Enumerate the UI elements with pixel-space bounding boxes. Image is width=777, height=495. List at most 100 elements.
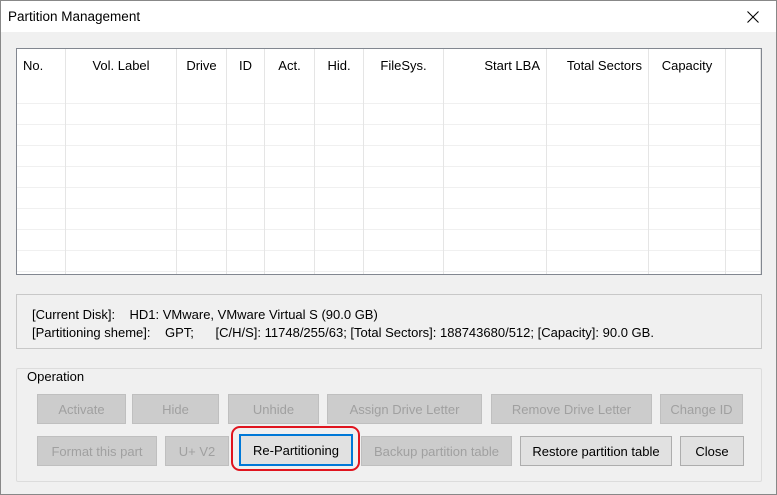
table-cell [547,188,649,209]
table-cell [547,251,649,272]
table-cell [444,146,547,167]
table-cell [227,167,265,188]
table-cell [547,167,649,188]
table-cell [726,230,761,251]
table-cell [726,188,761,209]
table-cell [265,146,315,167]
column-header-no[interactable]: No. [17,49,66,83]
table-cell [315,230,364,251]
table-row [17,104,761,125]
disk-info-panel: [Current Disk]: HD1: VMware, VMware Virt… [16,294,762,349]
partition-table[interactable]: No. Vol. Label Drive ID Act. Hid. FileSy… [16,48,762,275]
table-cell [726,272,761,274]
window-title: Partition Management [8,9,141,24]
table-cell [17,230,66,251]
table-cell [364,167,444,188]
table-cell [265,83,315,104]
table-cell [315,167,364,188]
window-close-button[interactable] [730,1,776,32]
table-cell [17,167,66,188]
unhide-button[interactable]: Unhide [228,394,319,424]
table-cell [364,104,444,125]
table-cell [265,209,315,230]
table-cell [444,272,547,274]
column-header-filesys[interactable]: FileSys. [364,49,444,83]
table-cell [649,146,726,167]
table-cell [315,272,364,274]
table-cell [649,104,726,125]
change-id-button[interactable]: Change ID [660,394,743,424]
column-header-act[interactable]: Act. [265,49,315,83]
column-header-start-lba[interactable]: Start LBA [444,49,547,83]
activate-button[interactable]: Activate [37,394,126,424]
table-cell [444,188,547,209]
table-cell [649,251,726,272]
table-cell [227,230,265,251]
table-cell [364,188,444,209]
table-cell [265,125,315,146]
close-icon [747,10,759,23]
table-cell [315,146,364,167]
table-cell [444,83,547,104]
table-cell [66,167,177,188]
hide-button[interactable]: Hide [132,394,219,424]
table-cell [547,146,649,167]
table-cell [66,104,177,125]
table-cell [649,167,726,188]
table-cell [17,272,66,274]
table-cell [227,104,265,125]
table-cell [649,83,726,104]
column-header-hid[interactable]: Hid. [315,49,364,83]
remove-drive-letter-button[interactable]: Remove Drive Letter [491,394,652,424]
table-cell [17,104,66,125]
table-cell [364,251,444,272]
table-cell [17,125,66,146]
table-cell [726,251,761,272]
table-cell [649,272,726,274]
table-cell [66,230,177,251]
table-cell [364,125,444,146]
u-v2-button[interactable]: U+ V2 [165,436,229,466]
table-cell [444,230,547,251]
assign-drive-letter-button[interactable]: Assign Drive Letter [327,394,482,424]
column-header-total-sectors[interactable]: Total Sectors [547,49,649,83]
column-header-vol-label[interactable]: Vol. Label [66,49,177,83]
restore-partition-table-button[interactable]: Restore partition table [520,436,672,466]
table-cell [177,146,227,167]
backup-partition-table-button[interactable]: Backup partition table [361,436,512,466]
column-header-id[interactable]: ID [227,49,265,83]
table-row [17,272,761,274]
table-cell [726,146,761,167]
format-this-part-button[interactable]: Format this part [37,436,157,466]
table-cell [227,146,265,167]
table-header: No. Vol. Label Drive ID Act. Hid. FileSy… [17,49,761,83]
re-partitioning-button[interactable]: Re-Partitioning [239,434,353,466]
table-cell [315,251,364,272]
close-button[interactable]: Close [680,436,744,466]
table-cell [227,125,265,146]
table-cell [177,209,227,230]
table-cell [66,251,177,272]
table-cell [177,272,227,274]
table-cell [66,188,177,209]
table-cell [66,125,177,146]
table-cell [364,83,444,104]
table-cell [726,83,761,104]
table-cell [66,209,177,230]
table-row [17,146,761,167]
table-row [17,230,761,251]
table-cell [547,230,649,251]
title-bar: Partition Management [1,1,776,32]
table-cell [265,272,315,274]
table-cell [177,104,227,125]
table-cell [649,125,726,146]
table-cell [265,188,315,209]
table-cell [177,83,227,104]
table-cell [17,251,66,272]
table-cell [364,230,444,251]
column-header-drive[interactable]: Drive [177,49,227,83]
table-row [17,167,761,188]
column-header-capacity[interactable]: Capacity [649,49,726,83]
table-cell [177,230,227,251]
table-cell [177,125,227,146]
